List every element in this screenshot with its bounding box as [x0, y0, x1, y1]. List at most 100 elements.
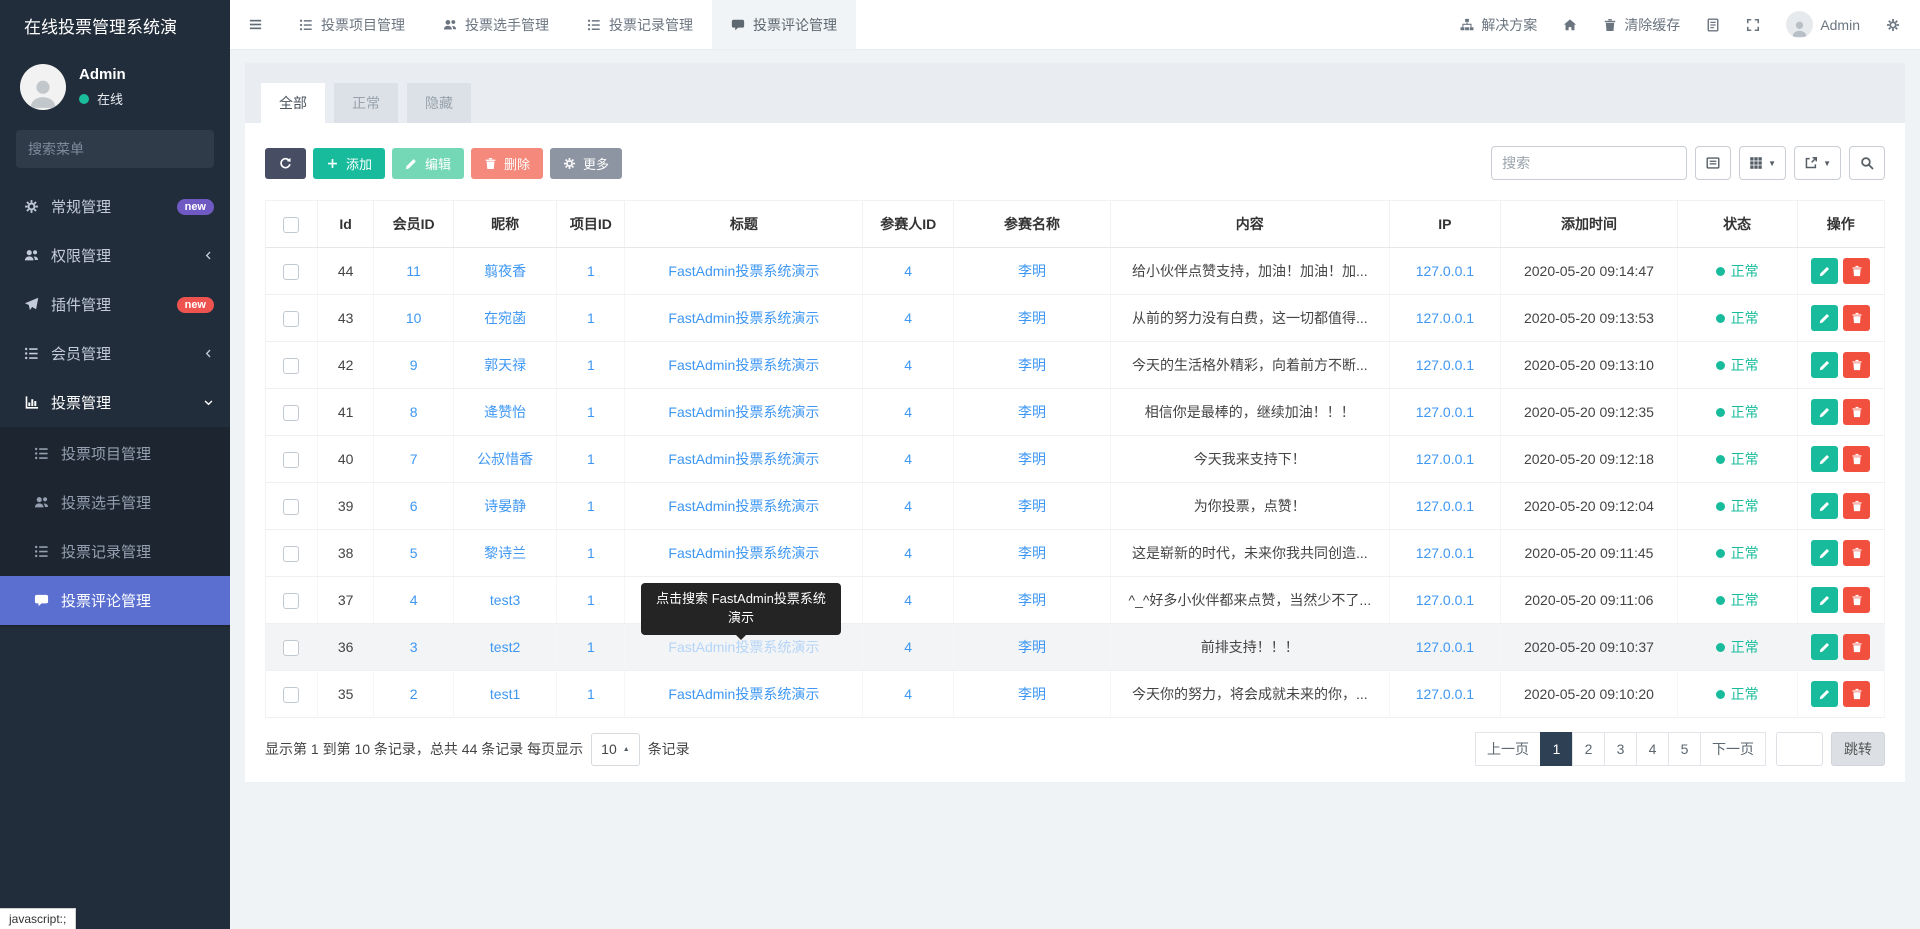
table-search-input[interactable] — [1491, 146, 1687, 180]
user-menu[interactable]: Admin — [1786, 11, 1860, 38]
project-id-link[interactable]: 1 — [587, 545, 595, 561]
member-id-link[interactable]: 2 — [410, 686, 418, 702]
player-name-link[interactable]: 李明 — [1018, 263, 1046, 279]
nickname-link[interactable]: test3 — [490, 592, 520, 608]
player-name-link[interactable]: 李明 — [1018, 357, 1046, 373]
edit-row-button[interactable] — [1811, 540, 1838, 566]
title-link[interactable]: FastAdmin投票系统演示 — [668, 404, 819, 420]
player-id-link[interactable]: 4 — [904, 592, 912, 608]
delete-row-button[interactable] — [1843, 305, 1870, 331]
nickname-link[interactable]: 逄赞怡 — [484, 404, 526, 420]
player-id-link[interactable]: 4 — [904, 639, 912, 655]
member-id-link[interactable]: 11 — [406, 263, 421, 279]
sidebar-toggle-button[interactable] — [230, 0, 280, 49]
title-link[interactable]: FastAdmin投票系统演示 — [668, 451, 819, 467]
page-button-3[interactable]: 3 — [1604, 732, 1637, 766]
member-id-link[interactable]: 3 — [410, 639, 418, 655]
ip-link[interactable]: 127.0.0.1 — [1416, 545, 1474, 561]
ip-link[interactable]: 127.0.0.1 — [1416, 357, 1474, 373]
nickname-link[interactable]: 翦夜香 — [484, 263, 526, 279]
clear-cache-button[interactable]: 清除缓存 — [1603, 15, 1680, 35]
page-button-4[interactable]: 4 — [1636, 732, 1669, 766]
filter-tab-normal[interactable]: 正常 — [334, 83, 398, 123]
project-id-link[interactable]: 1 — [587, 451, 595, 467]
edit-row-button[interactable] — [1811, 258, 1838, 284]
row-checkbox[interactable] — [283, 311, 299, 327]
row-checkbox[interactable] — [283, 358, 299, 374]
title-link[interactable]: FastAdmin投票系统演示 — [668, 686, 819, 702]
sidebar-item-vote-record[interactable]: 投票记录管理 — [0, 527, 230, 576]
ip-link[interactable]: 127.0.0.1 — [1416, 592, 1474, 608]
row-checkbox[interactable] — [283, 546, 299, 562]
page-button-5[interactable]: 5 — [1668, 732, 1701, 766]
delete-row-button[interactable] — [1843, 634, 1870, 660]
fullscreen-button[interactable] — [1746, 18, 1760, 32]
row-checkbox[interactable] — [283, 687, 299, 703]
member-id-link[interactable]: 6 — [410, 498, 418, 514]
prev-page-button[interactable]: 上一页 — [1475, 732, 1541, 766]
row-checkbox[interactable] — [283, 405, 299, 421]
delete-row-button[interactable] — [1843, 681, 1870, 707]
member-id-link[interactable]: 7 — [410, 451, 418, 467]
nickname-link[interactable]: 诗晏静 — [484, 498, 526, 514]
title-link[interactable]: FastAdmin投票系统演示 — [668, 357, 819, 373]
detail-view-button[interactable] — [1695, 146, 1731, 180]
ip-link[interactable]: 127.0.0.1 — [1416, 639, 1474, 655]
ip-link[interactable]: 127.0.0.1 — [1416, 263, 1474, 279]
add-button[interactable]: 添加 — [313, 148, 385, 179]
title-link[interactable]: FastAdmin投票系统演示 — [668, 263, 819, 279]
project-id-link[interactable]: 1 — [587, 404, 595, 420]
edit-row-button[interactable] — [1811, 493, 1838, 519]
nickname-link[interactable]: 郭天禄 — [484, 357, 526, 373]
filter-tab-hidden[interactable]: 隐藏 — [407, 83, 471, 123]
player-name-link[interactable]: 李明 — [1018, 592, 1046, 608]
export-button[interactable]: ▼ — [1794, 146, 1841, 180]
delete-row-button[interactable] — [1843, 352, 1870, 378]
menu-search-input[interactable] — [28, 141, 209, 157]
edit-row-button[interactable] — [1811, 352, 1838, 378]
player-id-link[interactable]: 4 — [904, 451, 912, 467]
player-id-link[interactable]: 4 — [904, 263, 912, 279]
member-id-link[interactable]: 10 — [406, 310, 422, 326]
delete-row-button[interactable] — [1843, 258, 1870, 284]
search-submit-button[interactable] — [1849, 146, 1885, 180]
player-name-link[interactable]: 李明 — [1018, 451, 1046, 467]
tab-vote-project[interactable]: 投票项目管理 — [280, 0, 424, 49]
row-checkbox[interactable] — [283, 452, 299, 468]
player-name-link[interactable]: 李明 — [1018, 686, 1046, 702]
project-id-link[interactable]: 1 — [587, 263, 595, 279]
page-button-2[interactable]: 2 — [1572, 732, 1605, 766]
player-id-link[interactable]: 4 — [904, 545, 912, 561]
player-name-link[interactable]: 李明 — [1018, 545, 1046, 561]
select-all-checkbox[interactable] — [283, 217, 299, 233]
project-id-link[interactable]: 1 — [587, 310, 595, 326]
nickname-link[interactable]: 黎诗兰 — [484, 545, 526, 561]
home-button[interactable] — [1563, 18, 1577, 32]
member-id-link[interactable]: 5 — [410, 545, 418, 561]
member-id-link[interactable]: 9 — [410, 357, 418, 373]
edit-row-button[interactable] — [1811, 446, 1838, 472]
delete-row-button[interactable] — [1843, 399, 1870, 425]
row-checkbox[interactable] — [283, 264, 299, 280]
next-page-button[interactable]: 下一页 — [1700, 732, 1766, 766]
title-link[interactable]: FastAdmin投票系统演示 — [668, 498, 819, 514]
player-name-link[interactable]: 李明 — [1018, 310, 1046, 326]
player-id-link[interactable]: 4 — [904, 686, 912, 702]
columns-toggle-button[interactable]: ▼ — [1739, 146, 1786, 180]
sidebar-item-addon[interactable]: 插件管理 new — [0, 280, 230, 329]
member-id-link[interactable]: 4 — [410, 592, 418, 608]
row-checkbox[interactable] — [283, 499, 299, 515]
ip-link[interactable]: 127.0.0.1 — [1416, 498, 1474, 514]
nickname-link[interactable]: 公叔惜香 — [477, 451, 533, 467]
sidebar-item-vote[interactable]: 投票管理 — [0, 378, 230, 427]
edit-row-button[interactable] — [1811, 634, 1838, 660]
sidebar-item-general[interactable]: 常规管理 new — [0, 182, 230, 231]
edit-button[interactable]: 编辑 — [392, 148, 464, 179]
project-id-link[interactable]: 1 — [587, 639, 595, 655]
ip-link[interactable]: 127.0.0.1 — [1416, 686, 1474, 702]
solution-link[interactable]: 解决方案 — [1460, 15, 1537, 35]
refresh-button[interactable] — [265, 148, 306, 179]
sidebar-item-auth[interactable]: 权限管理 — [0, 231, 230, 280]
player-name-link[interactable]: 李明 — [1018, 639, 1046, 655]
edit-row-button[interactable] — [1811, 305, 1838, 331]
